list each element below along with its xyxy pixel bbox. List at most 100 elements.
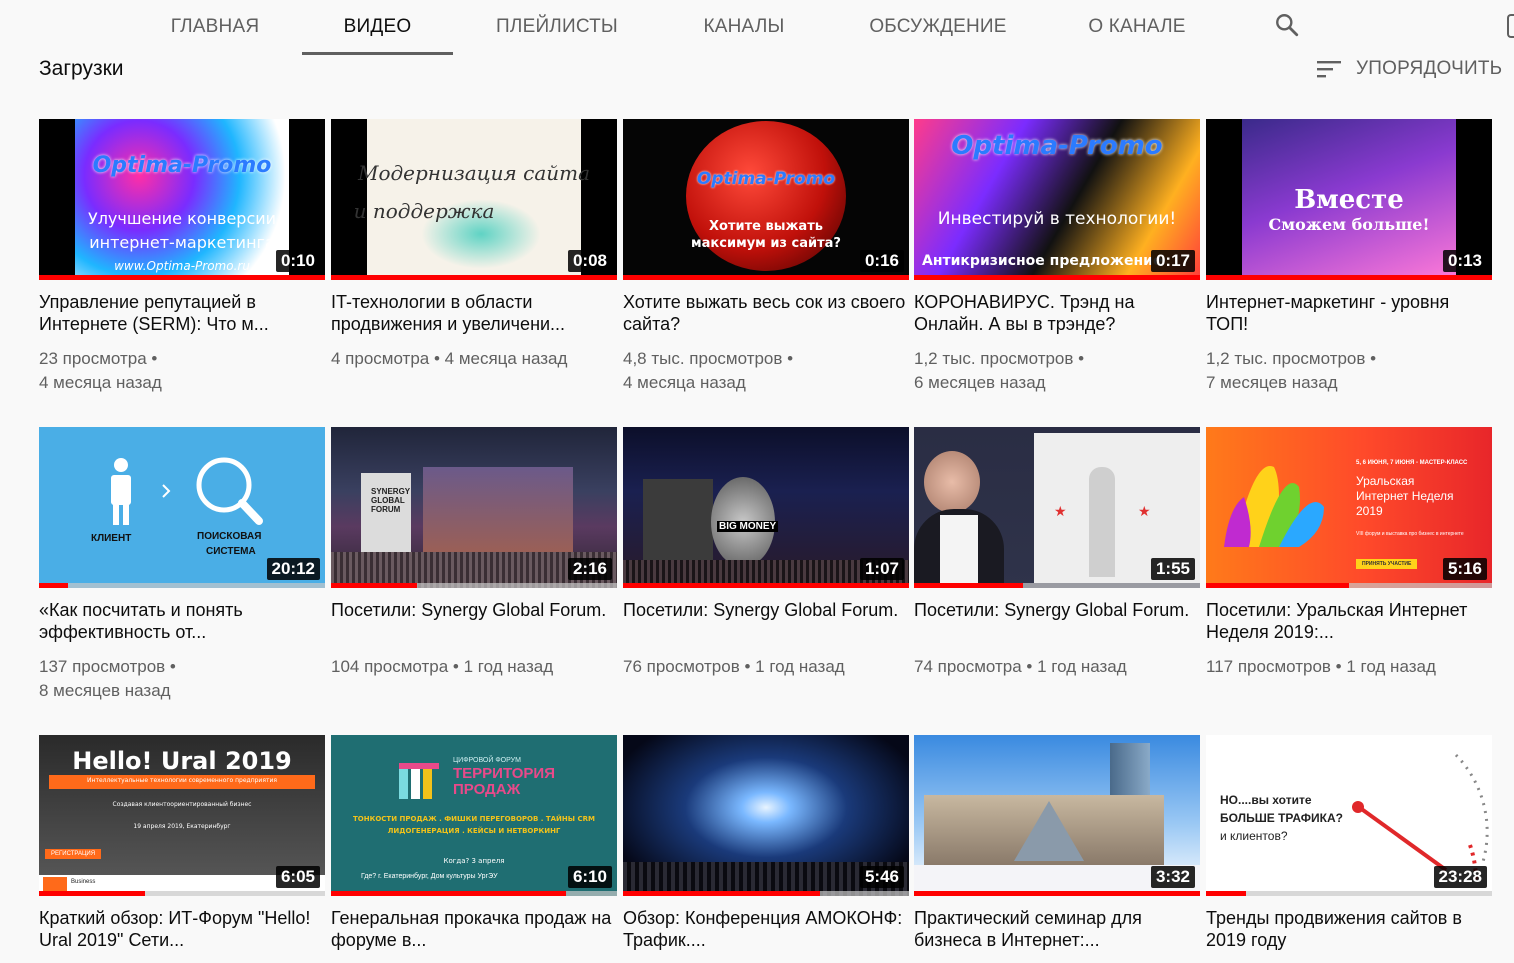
thumbnail-text: ЛИДОГЕНЕРАЦИЯ . КЕЙСЫ И НЕТВОРКИНГ — [387, 827, 561, 835]
thumbnail-text: Optima-Promo — [951, 131, 1163, 161]
tab-channels[interactable]: КАНАЛЫ — [682, 0, 806, 53]
thumbnail-text: Business — [71, 879, 96, 885]
video-title[interactable]: Управление репутацией в Интернете (SERM)… — [39, 291, 325, 335]
channel-tab-bar: ГЛАВНАЯ ВИДЕО ПЛЕЙЛИСТЫ КАНАЛЫ ОБСУЖДЕНИ… — [0, 0, 1514, 56]
video-thumbnail[interactable]: 3:32 — [914, 735, 1200, 896]
video-thumbnail[interactable]: ★ ★ 1:55 — [914, 427, 1200, 588]
channel-search-button[interactable] — [1268, 6, 1306, 44]
video-card: Optima-Promo Хотите выжать максимум из с… — [623, 119, 909, 395]
video-title[interactable]: Обзор: Конференция АМОКОНФ: Трафик.... — [623, 907, 909, 951]
video-views: 4,8 тыс. просмотров • — [623, 349, 794, 368]
video-thumbnail[interactable]: SYNERGY GLOBAL FORUM 2:16 — [331, 427, 617, 588]
tab-scroll-arrow[interactable] — [1507, 14, 1514, 38]
video-duration: 5:16 — [1442, 558, 1487, 580]
video-duration: 0:16 — [859, 250, 904, 272]
video-views: 76 просмотров • 1 год назад — [623, 657, 845, 676]
video-title[interactable]: Посетили: Synergy Global Forum. — [914, 599, 1200, 643]
video-duration: 20:12 — [266, 558, 320, 580]
watch-progress-bar — [623, 275, 909, 280]
video-duration: 6:05 — [275, 866, 320, 888]
video-views: 23 просмотра • — [39, 349, 158, 368]
thumbnail-text: GLOBAL — [371, 496, 405, 505]
video-title[interactable]: Краткий обзор: ИТ-Форум "Hello! Ural 201… — [39, 907, 325, 951]
watch-progress-bar — [39, 275, 325, 280]
video-views: 104 просмотра • 1 год назад — [331, 657, 554, 676]
video-title[interactable]: Практический семинар для бизнеса в Интер… — [914, 907, 1200, 951]
video-views: 137 просмотров • — [39, 657, 176, 676]
video-date: 4 месяца назад — [623, 373, 746, 392]
video-duration: 0:13 — [1442, 250, 1487, 272]
video-title[interactable]: «Как посчитать и понять эффективность от… — [39, 599, 325, 643]
video-card: 3:32 Практический семинар для бизнеса в … — [914, 735, 1200, 951]
video-date: 8 месяцев назад — [39, 681, 171, 700]
tab-playlists[interactable]: ПЛЕЙЛИСТЫ — [477, 0, 637, 53]
tab-videos[interactable]: ВИДЕО — [302, 0, 453, 55]
thumbnail-text: Интернет Неделя — [1356, 489, 1454, 503]
video-thumbnail[interactable]: Optima-Promo Инвестируй в технологии! Ан… — [914, 119, 1200, 280]
video-card: Optima-Promo Улучшение конверсии интерне… — [39, 119, 325, 395]
video-thumbnail[interactable]: Вместе Сможем больше! 0:13 — [1206, 119, 1492, 280]
thumbnail-text: Инвестируй в технологии! — [937, 209, 1177, 229]
video-thumbnail[interactable]: 5:46 — [623, 735, 909, 896]
video-card: НО....вы хотите БОЛЬШЕ ТРАФИКА? и клиент… — [1206, 735, 1492, 951]
thumbnail-text: ЦИФРОВОЙ ФОРУМ — [453, 757, 521, 764]
video-title[interactable]: КОРОНАВИРУС. Трэнд на Онлайн. А вы в трэ… — [914, 291, 1200, 335]
watch-progress-bar — [914, 583, 1023, 588]
video-card: ЦИФРОВОЙ ФОРУМ ТЕРРИТОРИЯ ПРОДАЖ ТОНКОСТ… — [331, 735, 617, 951]
video-title[interactable]: Хотите выжать весь сок из своего сайта? — [623, 291, 909, 335]
thumbnail-text: 19 апреля 2019, Екатеринбург — [133, 823, 231, 830]
watch-progress-bar — [914, 275, 1200, 280]
video-thumbnail[interactable]: ЦИФРОВОЙ ФОРУМ ТЕРРИТОРИЯ ПРОДАЖ ТОНКОСТ… — [331, 735, 617, 896]
thumbnail-text: ТЕРРИТОРИЯ — [453, 765, 555, 782]
video-title[interactable]: IT-технологии в области продвижения и ув… — [331, 291, 617, 335]
watch-progress-bar — [623, 583, 909, 588]
video-title[interactable]: Посетили: Уральская Интернет Неделя 2019… — [1206, 599, 1492, 643]
watch-progress-bar — [331, 275, 617, 280]
video-thumbnail[interactable]: Hello! Ural 2019 Интеллектуальные технол… — [39, 735, 325, 896]
video-thumbnail[interactable]: Модернизация сайта и поддержка 0:08 — [331, 119, 617, 280]
video-card: Вместе Сможем больше! 0:13 Интернет-марк… — [1206, 119, 1492, 395]
thumbnail-text: и поддержка — [353, 199, 495, 223]
thumbnail-text: Когда? 3 апреля — [443, 857, 505, 865]
video-date: 4 месяца назад — [39, 373, 162, 392]
video-duration: 0:08 — [567, 250, 612, 272]
video-card: Модернизация сайта и поддержка 0:08 IT-т… — [331, 119, 617, 371]
thumbnail-text: Optima-Promo — [92, 153, 272, 178]
video-duration: 1:07 — [859, 558, 904, 580]
sort-label: УПОРЯДОЧИТЬ — [1356, 58, 1503, 79]
watch-progress-bar — [39, 891, 145, 896]
video-date: 7 месяцев назад — [1206, 373, 1338, 392]
section-title: Загрузки — [39, 57, 124, 80]
video-card: 5, 6 ИЮНЯ, 7 ИЮНЯ - МАСТЕР-КЛАСС Уральск… — [1206, 427, 1492, 679]
sort-icon — [1317, 61, 1341, 78]
thumbnail-text: ПРИНЯТЬ УЧАСТИЕ — [1356, 559, 1418, 569]
video-thumbnail[interactable]: 5, 6 ИЮНЯ, 7 ИЮНЯ - МАСТЕР-КЛАСС Уральск… — [1206, 427, 1492, 588]
video-thumbnail[interactable]: Optima-Promo Улучшение конверсии интерне… — [39, 119, 325, 280]
watch-progress-bar — [1206, 275, 1492, 280]
watch-progress-bar — [331, 583, 417, 588]
tab-home[interactable]: ГЛАВНАЯ — [151, 0, 279, 53]
video-card: Optima-Promo Инвестируй в технологии! Ан… — [914, 119, 1200, 395]
thumbnail-text: Хотите выжать — [709, 219, 823, 234]
video-title[interactable]: Интернет-маркетинг - уровня ТОП! — [1206, 291, 1492, 335]
video-card: SYNERGY GLOBAL FORUM 2:16 Посетили: Syne… — [331, 427, 617, 679]
video-title[interactable]: Посетили: Synergy Global Forum. — [331, 599, 617, 643]
video-title[interactable]: Посетили: Synergy Global Forum. — [623, 599, 909, 643]
thumbnail-text: КЛИЕНТ — [91, 533, 132, 544]
video-thumbnail[interactable]: Optima-Promo Хотите выжать максимум из с… — [623, 119, 909, 280]
video-thumbnail[interactable]: НО....вы хотите БОЛЬШЕ ТРАФИКА? и клиент… — [1206, 735, 1492, 896]
sort-button[interactable]: УПОРЯДОЧИТЬ — [1316, 54, 1502, 84]
video-thumbnail[interactable]: КЛИЕНТ ПОИСКОВАЯ СИСТЕМА 20:12 — [39, 427, 325, 588]
video-title[interactable]: Генеральная прокачка продаж на форуме в.… — [331, 907, 617, 951]
video-title[interactable]: Тренды продвижения сайтов в 2019 году — [1206, 907, 1492, 951]
video-thumbnail[interactable]: BIG MONEY 1:07 — [623, 427, 909, 588]
thumbnail-text: 5, 6 ИЮНЯ, 7 ИЮНЯ - МАСТЕР-КЛАСС — [1356, 460, 1468, 466]
tab-discussion[interactable]: ОБСУЖДЕНИЕ — [851, 0, 1025, 53]
thumbnail-text: Hello! Ural 2019 — [72, 747, 292, 775]
tab-about[interactable]: О КАНАЛЕ — [1070, 0, 1204, 53]
forum-logo — [399, 763, 439, 799]
video-card: КЛИЕНТ ПОИСКОВАЯ СИСТЕМА 20:12 «Как посч… — [39, 427, 325, 703]
thumbnail-text: Улучшение конверсии — [87, 209, 277, 228]
thumbnail-text: ТОНКОСТИ ПРОДАЖ . ФИШКИ ПЕРЕГОВОРОВ . ТА… — [353, 815, 595, 823]
person-search-illustration — [111, 457, 263, 525]
